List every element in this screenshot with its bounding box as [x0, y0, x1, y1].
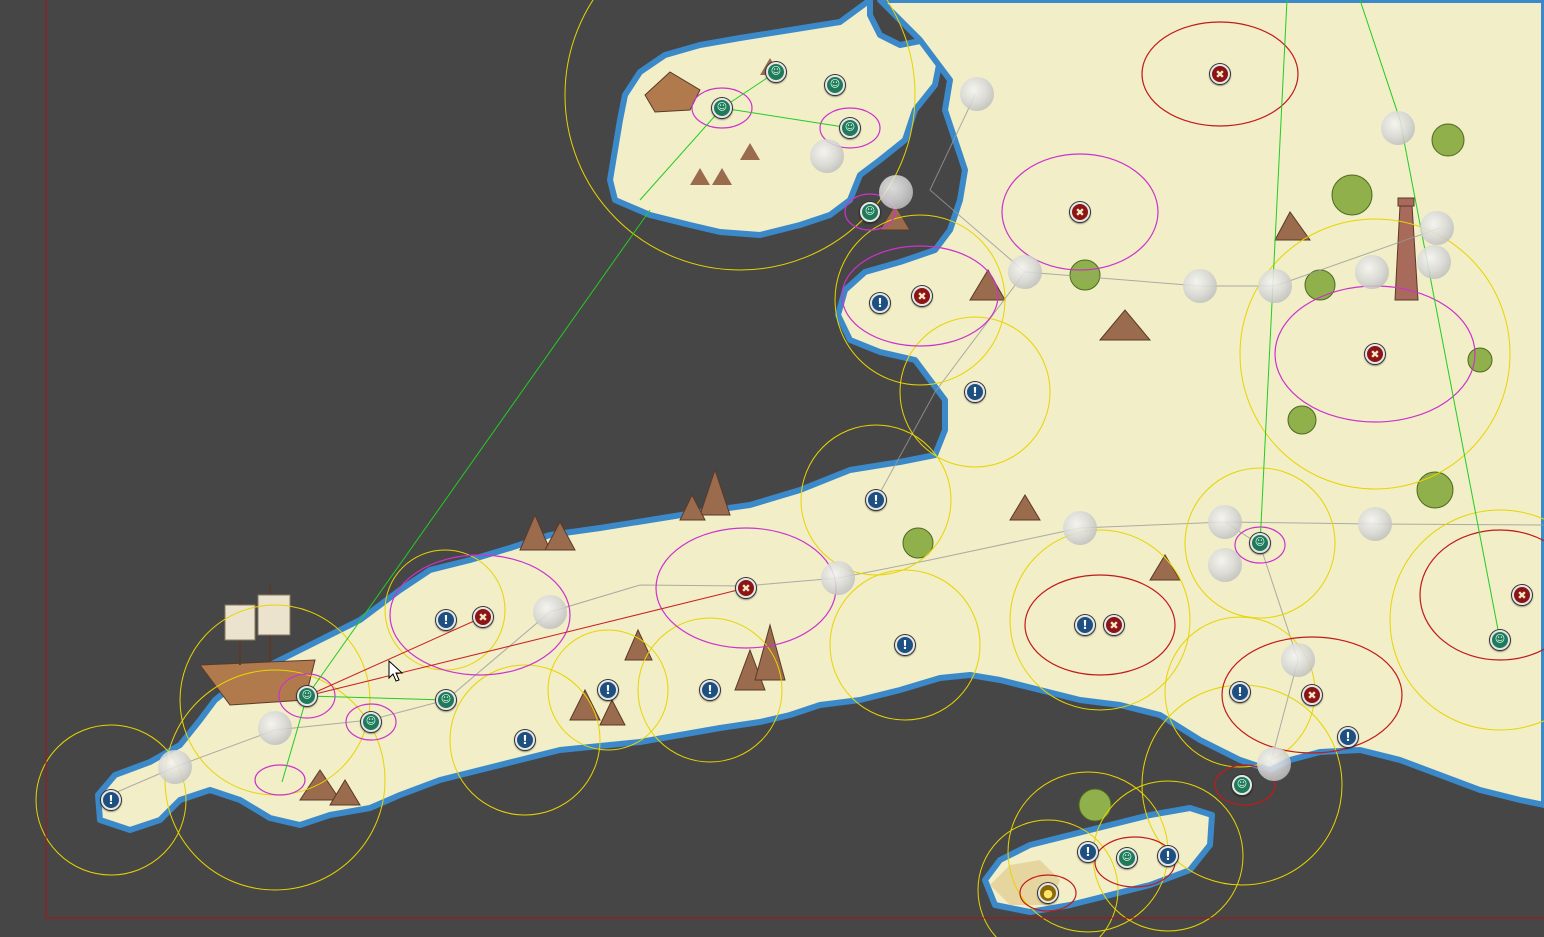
crossed-swords-icon[interactable]: ✖ [1302, 685, 1322, 705]
exclamation-icon[interactable]: ! [1075, 615, 1095, 635]
waypoint-sphere-icon[interactable] [1355, 255, 1389, 289]
waypoint-sphere-icon[interactable] [258, 711, 292, 745]
exclamation-icon[interactable]: ! [1078, 842, 1098, 862]
exclamation-icon[interactable]: ! [965, 382, 985, 402]
waypoint-sphere-icon[interactable] [1257, 747, 1291, 781]
waypoint-sphere-icon[interactable] [879, 175, 913, 209]
crossed-swords-icon[interactable]: ✖ [736, 578, 756, 598]
speech-bubble-icon[interactable]: ☺ [1232, 775, 1252, 795]
speech-bubble-icon[interactable]: ☺ [361, 712, 381, 732]
exclamation-icon[interactable]: ! [101, 790, 121, 810]
exclamation-icon[interactable]: ! [895, 635, 915, 655]
waypoint-sphere-icon[interactable] [158, 750, 192, 784]
exclamation-icon[interactable]: ! [1230, 682, 1250, 702]
coin-icon[interactable]: ● [1038, 883, 1058, 903]
waypoint-sphere-icon[interactable] [533, 595, 567, 629]
waypoint-sphere-icon[interactable] [1208, 548, 1242, 582]
crossed-swords-icon[interactable]: ✖ [912, 286, 932, 306]
crossed-swords-icon[interactable]: ✖ [1365, 344, 1385, 364]
waypoint-sphere-icon[interactable] [1208, 505, 1242, 539]
waypoint-sphere-icon[interactable] [1008, 255, 1042, 289]
waypoint-sphere-icon[interactable] [1420, 211, 1454, 245]
crossed-swords-icon[interactable]: ✖ [1104, 615, 1124, 635]
speech-bubble-icon[interactable]: ☺ [1490, 630, 1510, 650]
waypoint-sphere-icon[interactable] [1358, 507, 1392, 541]
speech-bubble-icon[interactable]: ☺ [712, 98, 732, 118]
exclamation-icon[interactable]: ! [1338, 727, 1358, 747]
speech-bubble-icon[interactable]: ☺ [766, 62, 786, 82]
exclamation-icon[interactable]: ! [436, 610, 456, 630]
waypoint-sphere-icon[interactable] [1417, 245, 1451, 279]
exclamation-icon[interactable]: ! [1158, 846, 1178, 866]
exclamation-icon[interactable]: ! [870, 293, 890, 313]
crossed-swords-icon[interactable]: ✖ [1210, 64, 1230, 84]
exclamation-icon[interactable]: ! [598, 680, 618, 700]
exclamation-icon[interactable]: ! [700, 680, 720, 700]
exclamation-icon[interactable]: ! [515, 730, 535, 750]
speech-bubble-icon[interactable]: ☺ [297, 686, 317, 706]
crossed-swords-icon[interactable]: ✖ [473, 607, 493, 627]
waypoint-sphere-icon[interactable] [1183, 269, 1217, 303]
waypoint-sphere-icon[interactable] [1258, 269, 1292, 303]
mouse-cursor-icon [388, 660, 404, 682]
waypoint-sphere-icon[interactable] [1281, 643, 1315, 677]
speech-bubble-icon[interactable]: ☺ [436, 690, 456, 710]
speech-bubble-icon[interactable]: ☺ [825, 75, 845, 95]
crossed-swords-icon[interactable]: ✖ [1512, 585, 1532, 605]
waypoint-sphere-icon[interactable] [1381, 111, 1415, 145]
speech-bubble-icon[interactable]: ☺ [860, 202, 880, 222]
waypoint-sphere-icon[interactable] [821, 561, 855, 595]
exclamation-icon[interactable]: ! [866, 490, 886, 510]
speech-bubble-icon[interactable]: ☺ [840, 118, 860, 138]
waypoint-sphere-icon[interactable] [960, 77, 994, 111]
waypoint-sphere-icon[interactable] [1063, 511, 1097, 545]
marker-layer: !!!!!!!!!!!!!! ✖ ✖ ✖ ✖ ✖ ✖ ✖ ✖ ✖ ☺ ☺ ☺ ☺ ☺ ☺ ☺ ☺ ☺ ☺ ☺ ☺ ● [0, 0, 1544, 937]
speech-bubble-icon[interactable]: ☺ [1117, 848, 1137, 868]
speech-bubble-icon[interactable]: ☺ [1250, 533, 1270, 553]
waypoint-sphere-icon[interactable] [810, 139, 844, 173]
crossed-swords-icon[interactable]: ✖ [1070, 202, 1090, 222]
